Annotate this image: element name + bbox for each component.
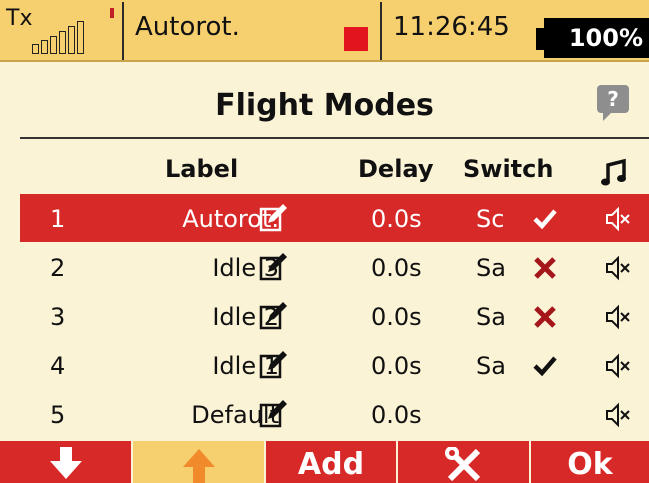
signal-alert-marker — [110, 8, 114, 18]
row-delay[interactable]: 0.0s — [371, 253, 422, 283]
cross-icon — [534, 257, 556, 279]
row-delay[interactable]: 0.0s — [371, 204, 422, 234]
flight-mode-row[interactable]: 1 Autorot. 0.0s Sc — [20, 194, 649, 242]
flight-mode-row[interactable]: 3 Idle 2 0.0s Sa — [20, 292, 649, 340]
page-title: Flight Modes — [215, 88, 434, 123]
arrow-up-icon — [182, 449, 215, 483]
move-up-button[interactable] — [133, 441, 264, 483]
arrow-down-icon — [49, 447, 82, 479]
row-switch[interactable]: Sa — [476, 302, 506, 332]
sound-muted-icon[interactable] — [603, 254, 631, 282]
column-header-label: Label — [165, 155, 239, 183]
current-flight-mode: Autorot. — [135, 12, 240, 42]
row-switch[interactable]: Sc — [476, 204, 504, 234]
status-divider — [380, 2, 382, 60]
battery-terminal — [536, 28, 544, 50]
status-divider — [122, 2, 124, 60]
row-switch[interactable]: Sa — [476, 351, 506, 381]
tools-button[interactable] — [398, 441, 529, 483]
record-indicator-icon — [344, 27, 368, 51]
sound-muted-icon[interactable] — [603, 401, 631, 429]
tx-signal-indicator: Tx — [6, 6, 118, 56]
flight-mode-row[interactable]: 4 Idle 1 0.0s Sa — [20, 341, 649, 389]
column-header-switch: Switch — [463, 155, 554, 183]
wrench-screwdriver-icon — [444, 446, 480, 482]
sound-muted-icon[interactable] — [603, 205, 631, 233]
row-delay[interactable]: 0.0s — [371, 400, 422, 430]
bottom-button-bar: Add Ok — [0, 441, 649, 483]
row-number: 4 — [50, 352, 66, 380]
cross-icon — [534, 306, 556, 328]
sound-muted-icon[interactable] — [603, 303, 631, 331]
music-note-icon — [601, 158, 626, 186]
edit-icon[interactable] — [258, 350, 288, 380]
edit-icon[interactable] — [258, 399, 288, 429]
row-number: 5 — [50, 401, 66, 429]
check-icon — [533, 209, 557, 230]
row-number: 3 — [50, 303, 66, 331]
check-icon — [533, 356, 557, 377]
column-header-delay: Delay — [358, 155, 434, 183]
flight-mode-row[interactable]: 2 Idle 3 0.0s Sa — [20, 243, 649, 291]
edit-icon[interactable] — [258, 301, 288, 331]
move-down-button[interactable] — [0, 441, 131, 483]
ok-button[interactable]: Ok — [531, 441, 649, 483]
row-switch[interactable]: Sa — [476, 253, 506, 283]
row-delay[interactable]: 0.0s — [371, 351, 422, 381]
add-button[interactable]: Add — [266, 441, 396, 483]
battery-indicator: 100% — [544, 18, 649, 58]
clock-time: 11:26:45 — [393, 12, 510, 42]
sound-muted-icon[interactable] — [603, 352, 631, 380]
edit-icon[interactable] — [258, 203, 288, 233]
tx-label: Tx — [6, 6, 33, 31]
row-number: 2 — [50, 254, 66, 282]
title-divider — [20, 137, 649, 139]
flight-mode-row[interactable]: 5 Default 0.0s — [20, 390, 649, 438]
row-number: 1 — [50, 205, 66, 233]
status-bar: Tx Autorot. 11:26:45 100% — [0, 0, 649, 62]
help-icon[interactable]: ? — [597, 85, 629, 121]
row-delay[interactable]: 0.0s — [371, 302, 422, 332]
edit-icon[interactable] — [258, 252, 288, 282]
